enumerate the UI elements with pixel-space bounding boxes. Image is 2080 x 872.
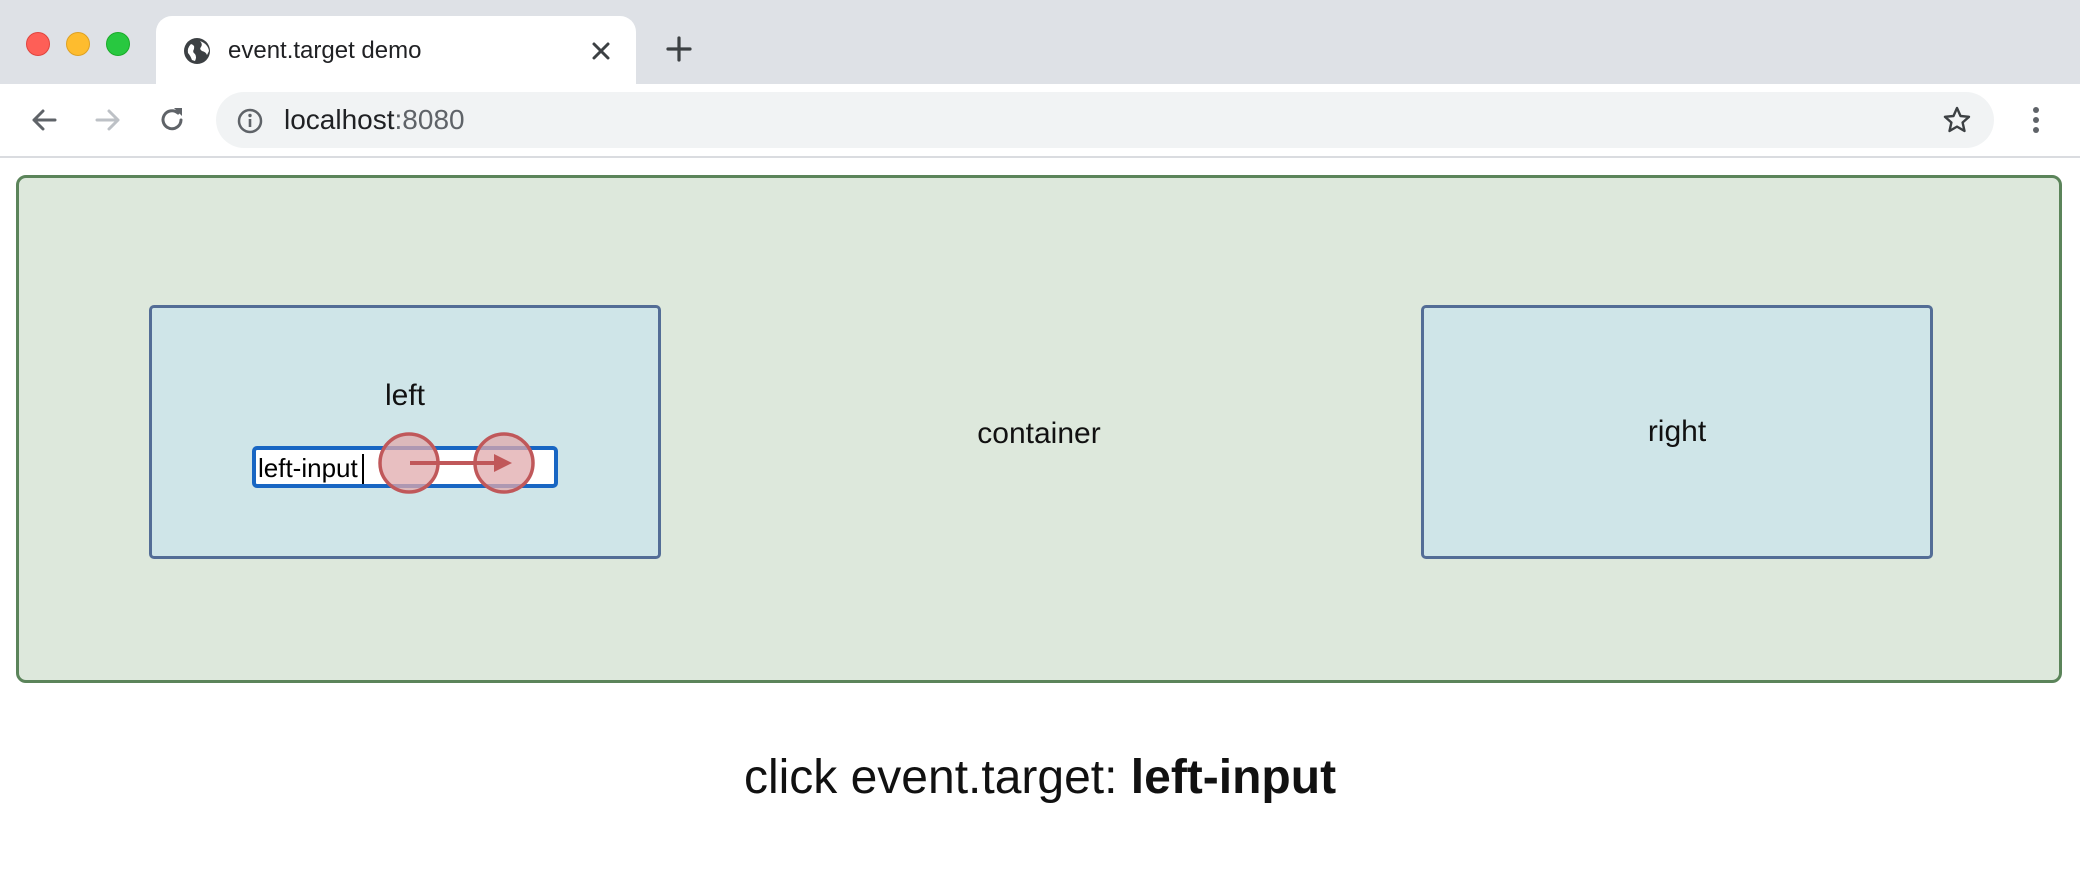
back-arrow-icon[interactable] [28,104,60,136]
window-minimize-button[interactable] [66,32,90,56]
browser-toolbar: localhost:8080 [0,84,2080,158]
forward-arrow-icon[interactable] [92,104,124,136]
text-caret [362,454,364,484]
left-label: left [384,379,426,412]
right-box[interactable]: right [1421,305,1933,559]
drag-gesture-indicator [378,432,535,494]
right-label: right [1647,415,1707,448]
tab-strip: event.target demo [0,0,2080,84]
status-target: left-input [1130,751,1337,804]
status-prefix: click event.target: [743,751,1131,804]
status-text: click event.target: left-input [0,750,2080,806]
url-port: :8080 [394,104,465,135]
address-bar[interactable]: localhost:8080 [216,92,1994,148]
tab-title: event.target demo [228,37,422,64]
window-zoom-button[interactable] [106,32,130,56]
left-input-value: left-input [258,453,358,483]
reload-icon[interactable] [156,104,188,136]
star-icon[interactable] [1942,105,1972,135]
window-close-button[interactable] [26,32,50,56]
close-icon[interactable] [586,36,616,66]
info-icon[interactable] [236,107,264,135]
url-host: localhost [284,104,395,135]
plus-icon[interactable] [664,34,694,64]
container-box[interactable]: container left left-input right [16,175,2062,683]
globe-icon [184,38,210,64]
url-text[interactable]: localhost:8080 [284,104,465,136]
kebab-menu-icon[interactable] [2020,104,2052,136]
browser-tab[interactable]: event.target demo [156,16,636,84]
